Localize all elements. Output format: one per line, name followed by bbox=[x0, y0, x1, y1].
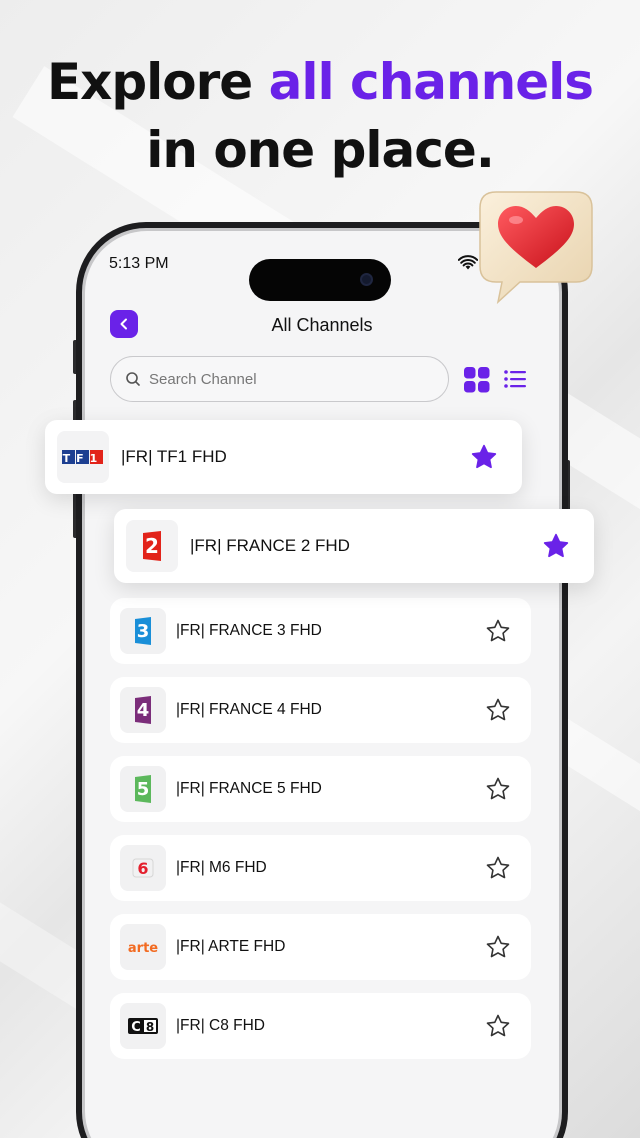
search-icon bbox=[125, 371, 141, 387]
channel-label: |FR| C8 FHD bbox=[176, 1017, 265, 1034]
channel-label: |FR| FRANCE 3 FHD bbox=[176, 622, 322, 639]
c8-logo: C 8 bbox=[120, 1003, 166, 1049]
channel-label: |FR| ARTE FHD bbox=[176, 938, 286, 955]
heart-bubble-icon bbox=[472, 184, 602, 308]
star-filled-icon bbox=[471, 444, 497, 469]
favorite-toggle[interactable] bbox=[470, 443, 498, 471]
featured-channel-france2[interactable]: 2 |FR| FRANCE 2 FHD bbox=[114, 509, 594, 583]
channel-label: |FR| FRANCE 5 FHD bbox=[176, 780, 322, 797]
headline-line-2: in one place. bbox=[146, 121, 495, 179]
m6-logo: 6 bbox=[120, 845, 166, 891]
france4-logo-text: 4 bbox=[137, 700, 150, 721]
tf1-logo: TF1 bbox=[57, 431, 109, 483]
favorite-toggle[interactable] bbox=[485, 697, 511, 723]
grid-icon bbox=[464, 367, 490, 393]
star-outline-icon bbox=[486, 619, 510, 642]
channel-label: |FR| TF1 FHD bbox=[121, 447, 227, 466]
channel-row-c8[interactable]: C 8 |FR| C8 FHD bbox=[110, 993, 531, 1059]
featured-channel-tf1[interactable]: TF1 |FR| TF1 FHD bbox=[45, 420, 522, 494]
favorite-toggle[interactable] bbox=[485, 1013, 511, 1039]
france3-logo: 3 bbox=[120, 608, 166, 654]
favorite-toggle[interactable] bbox=[542, 532, 570, 560]
star-filled-icon bbox=[543, 533, 569, 558]
camera-icon bbox=[360, 273, 373, 286]
france5-logo-text: 5 bbox=[137, 779, 150, 800]
phone-frame: 5:13 PM All Channels Search Channel 3 |F… bbox=[76, 222, 568, 1138]
favorite-toggle[interactable] bbox=[485, 855, 511, 881]
channel-row-m6[interactable]: 6 |FR| M6 FHD bbox=[110, 835, 531, 901]
france4-logo: 4 bbox=[120, 687, 166, 733]
channel-label: |FR| FRANCE 4 FHD bbox=[176, 701, 322, 718]
channel-row-arte[interactable]: arte |FR| ARTE FHD bbox=[110, 914, 531, 980]
channel-label: |FR| M6 FHD bbox=[176, 859, 267, 876]
arte-logo-text: arte bbox=[128, 941, 158, 956]
star-outline-icon bbox=[486, 1014, 510, 1037]
phone-screen: 5:13 PM All Channels Search Channel 3 |F… bbox=[85, 231, 559, 1138]
tf1-logo-text: TF1 bbox=[63, 452, 104, 465]
star-outline-icon bbox=[486, 777, 510, 800]
search-input[interactable] bbox=[149, 370, 419, 388]
channel-row-france5[interactable]: 5 |FR| FRANCE 5 FHD bbox=[110, 756, 531, 822]
arte-logo: arte bbox=[120, 924, 166, 970]
dynamic-island bbox=[249, 259, 391, 301]
page-title: All Channels bbox=[271, 315, 373, 335]
channel-row-france3[interactable]: 3 |FR| FRANCE 3 FHD bbox=[110, 598, 531, 664]
headline-line-1: Explore all channels bbox=[0, 48, 640, 116]
search-bar[interactable] bbox=[110, 356, 449, 402]
france2-logo: 2 bbox=[126, 520, 178, 572]
france2-logo-text: 2 bbox=[145, 534, 159, 558]
headline-accent: all channels bbox=[268, 53, 594, 111]
star-outline-icon bbox=[486, 698, 510, 721]
headline: Explore all channels in one place. bbox=[0, 48, 640, 184]
favorite-toggle[interactable] bbox=[485, 934, 511, 960]
list-view-button[interactable] bbox=[504, 369, 526, 394]
c8-logo-text-8: 8 bbox=[146, 1020, 154, 1034]
phone-bezel: 5:13 PM All Channels Search Channel 3 |F… bbox=[82, 228, 562, 1138]
star-outline-icon bbox=[486, 856, 510, 879]
grid-view-button[interactable] bbox=[464, 367, 490, 398]
status-time: 5:13 PM bbox=[109, 255, 169, 272]
favorite-toggle[interactable] bbox=[485, 618, 511, 644]
favorite-toggle[interactable] bbox=[485, 776, 511, 802]
m6-logo-text: 6 bbox=[137, 859, 148, 878]
channel-label: |FR| FRANCE 2 FHD bbox=[190, 536, 350, 555]
channel-row-france4[interactable]: 4 |FR| FRANCE 4 FHD bbox=[110, 677, 531, 743]
list-icon bbox=[504, 370, 526, 388]
france5-logo: 5 bbox=[120, 766, 166, 812]
headline-prefix: Explore bbox=[46, 53, 269, 111]
star-outline-icon bbox=[486, 935, 510, 958]
c8-logo-text-c: C bbox=[131, 1020, 141, 1035]
france3-logo-text: 3 bbox=[137, 621, 150, 642]
